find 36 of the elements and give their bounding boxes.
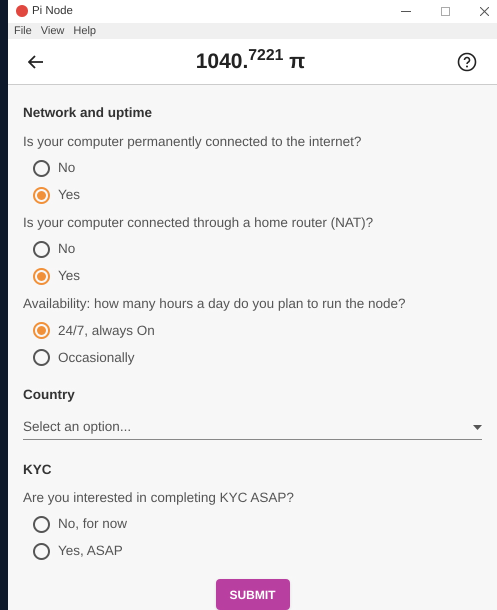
country-select[interactable]: Select an option...: [23, 416, 482, 440]
question-text: Availability: how many hours a day do you plan to run the node?: [23, 295, 406, 313]
balance: 1040.$^{7221}$ π: [196, 46, 306, 76]
window-title: Pi Node: [32, 4, 73, 19]
question-text: Is your computer permanently connected to the internet?: [23, 132, 362, 151]
radio-button[interactable]: [33, 160, 50, 177]
option-label: Occasionally: [58, 348, 135, 367]
dropdown-caret-icon: [473, 424, 482, 430]
radio-button[interactable]: [33, 322, 50, 340]
question-text: Is your computer connected through a home router (NAT)?: [23, 214, 374, 232]
option-label: No: [58, 159, 76, 178]
back-arrow-icon[interactable]: [28, 54, 44, 69]
minimize-icon[interactable]: [401, 10, 411, 12]
app-icon: [16, 5, 28, 18]
radio-button[interactable]: [33, 268, 50, 285]
menu-item[interactable]: Help: [73, 22, 96, 40]
option-label: No, for now: [58, 515, 128, 534]
question-text: Are you interested in completing KYC ASAP?: [23, 488, 295, 507]
radio-button[interactable]: [33, 516, 50, 533]
option-label: Yes: [58, 267, 80, 286]
menu-item[interactable]: File: [14, 22, 32, 40]
section-title: Network and uptime: [23, 104, 154, 122]
radio-button[interactable]: [33, 543, 50, 560]
option-label: Yes, ASAP: [58, 542, 123, 560]
close-icon[interactable]: [480, 6, 489, 16]
section-title: Country: [23, 386, 76, 404]
section-title: KYC: [23, 460, 53, 478]
radio-button[interactable]: [33, 186, 50, 204]
radio-button[interactable]: [33, 349, 50, 366]
menu-item[interactable]: View: [40, 22, 64, 40]
radio-button[interactable]: [33, 241, 50, 258]
submit-button[interactable]: SUBMIT: [216, 579, 290, 610]
help-icon[interactable]: [457, 52, 477, 72]
option-label: No: [58, 240, 76, 258]
option-label: Yes: [58, 186, 80, 204]
option-label: 24/7, always On: [58, 322, 155, 340]
